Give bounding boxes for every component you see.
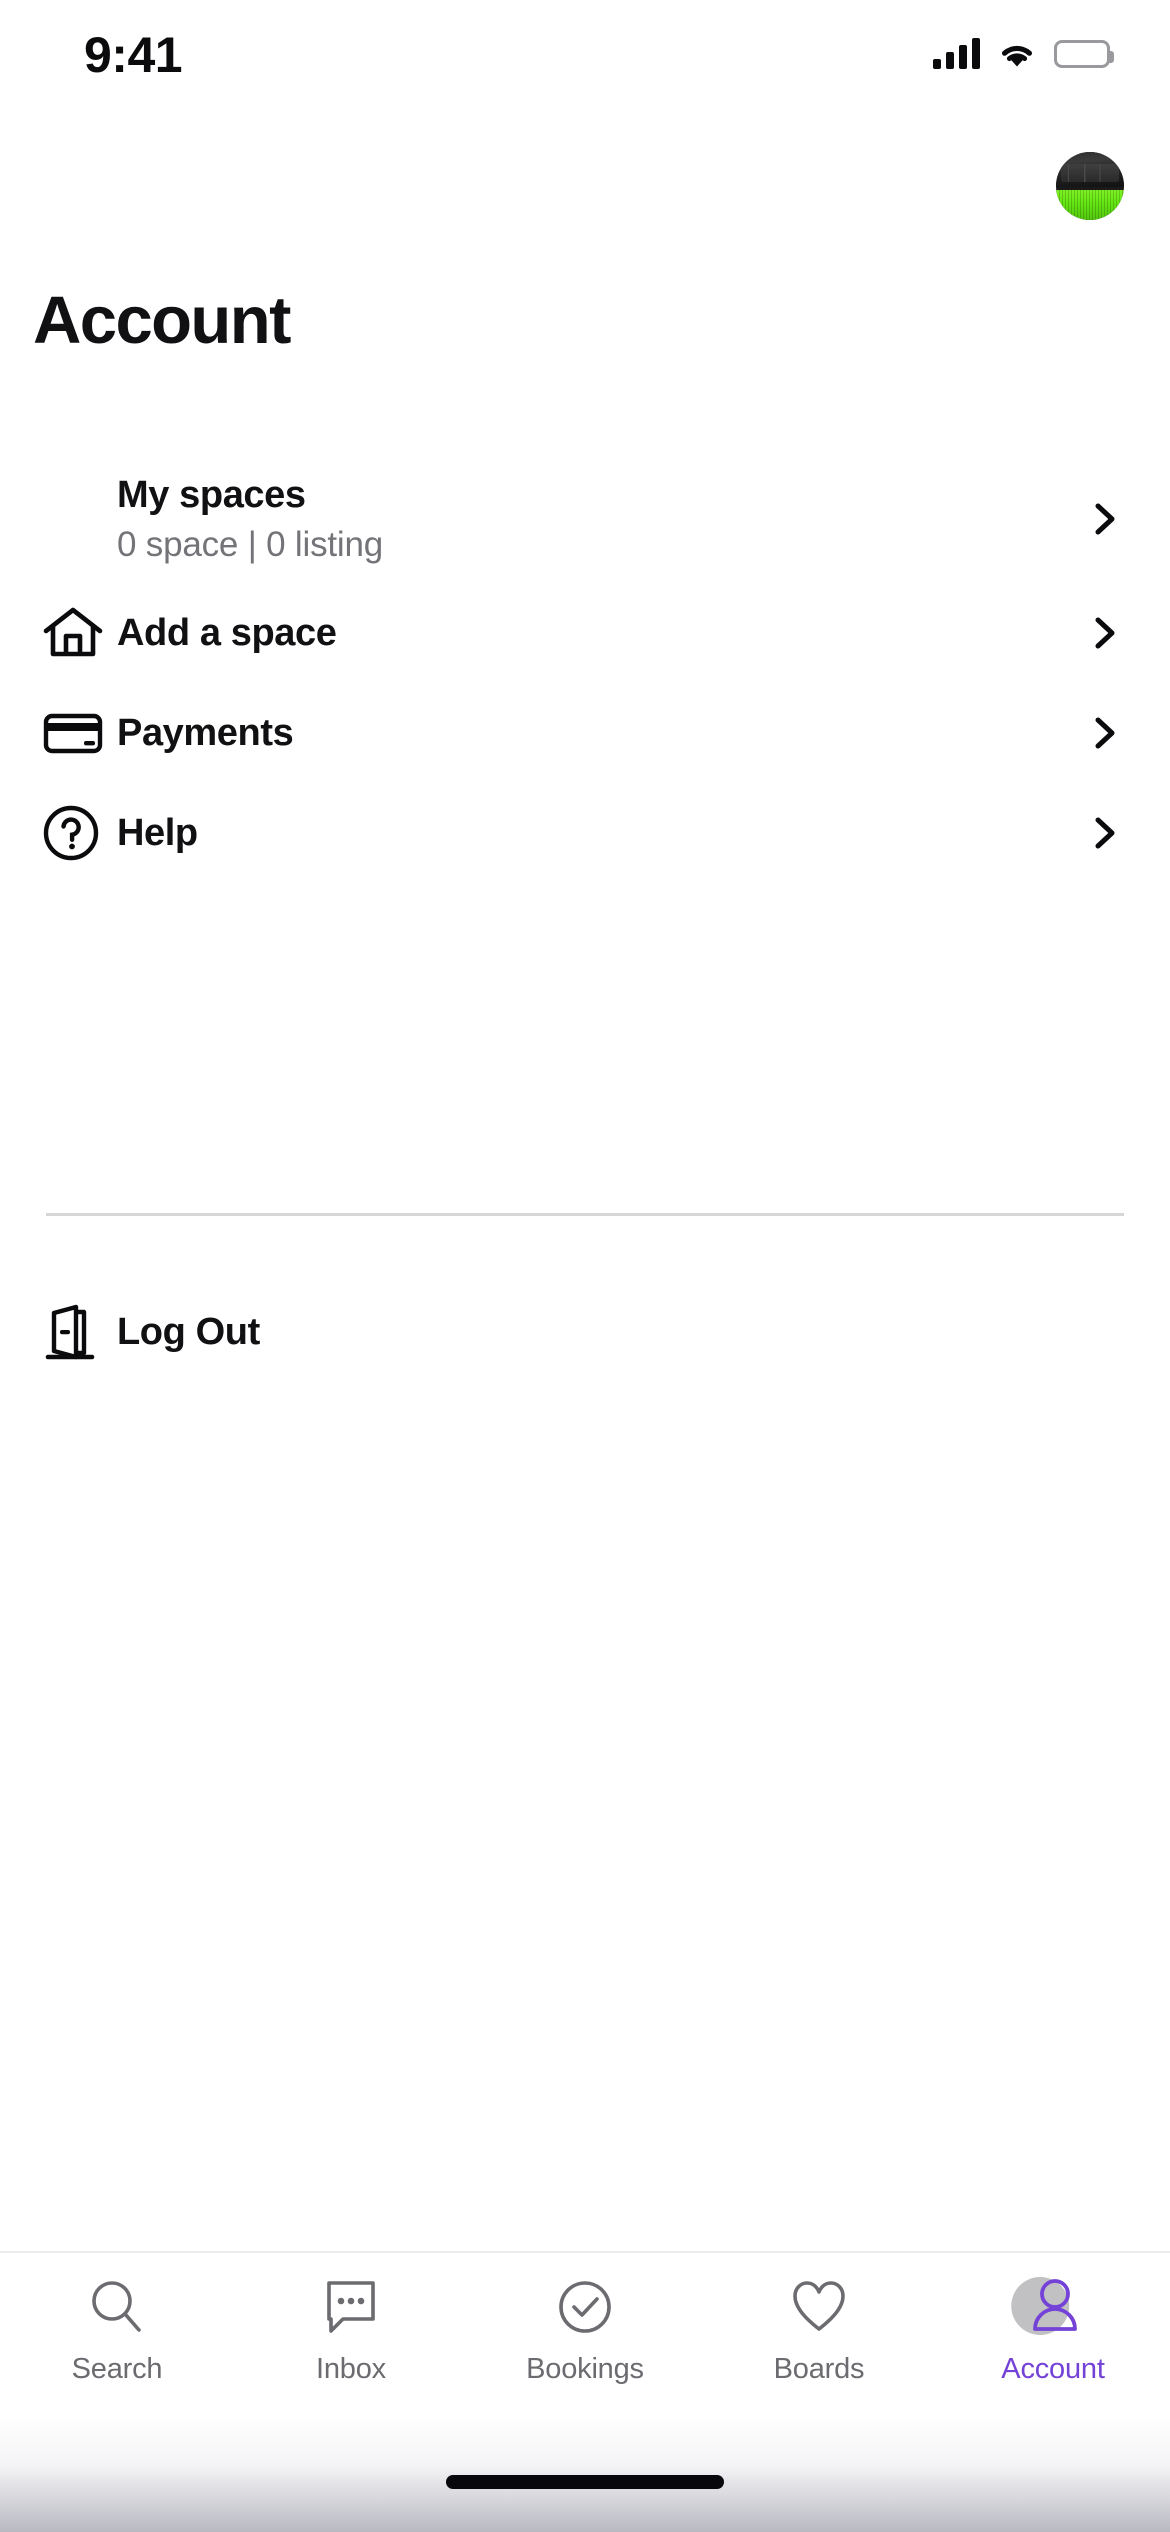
home-bar[interactable] — [446, 2475, 724, 2489]
log-out-text: Log Out — [117, 1310, 1124, 1355]
chat-bubble-icon — [319, 2275, 383, 2339]
avatar[interactable] — [1056, 152, 1124, 220]
check-circle-icon — [553, 2275, 617, 2339]
chevron-right-icon[interactable] — [1086, 500, 1124, 538]
credit-card-icon — [33, 701, 117, 765]
person-icon — [1021, 2275, 1085, 2339]
menu-item-label: Add a space — [117, 611, 337, 654]
question-circle-icon — [33, 801, 117, 865]
home-indicator-area — [0, 2417, 1170, 2532]
payments-text: Payments — [117, 711, 1086, 756]
menu-item-label: Help — [117, 811, 198, 854]
add-a-space-text: Add a space — [117, 611, 1086, 656]
menu-item-sublabel: 0 space | 0 listing — [117, 525, 383, 565]
menu-item-label: Log Out — [117, 1310, 260, 1353]
tab-inbox[interactable]: Inbox — [234, 2253, 468, 2386]
heart-icon — [787, 2275, 851, 2339]
my-spaces-text: My spaces 0 space | 0 listing — [117, 473, 1086, 564]
menu-item-my-spaces[interactable]: My spaces 0 space | 0 listing — [0, 455, 1170, 583]
tab-label: Bookings — [526, 2353, 644, 2385]
menu-item-label: My spaces — [117, 474, 306, 517]
tab-bookings[interactable]: Bookings — [468, 2253, 702, 2386]
status-bar-indicators — [933, 32, 1114, 76]
tab-account[interactable]: Account — [936, 2253, 1170, 2386]
home-icon — [33, 601, 117, 665]
account-menu-list: My spaces 0 space | 0 listing Add a spac… — [0, 455, 1170, 883]
exit-door-icon — [33, 1300, 117, 1364]
avatar-photo-grass — [1056, 190, 1124, 220]
tab-label: Inbox — [316, 2353, 386, 2385]
app-screen: 9:41 Account My spaces 0 space | 0 listi… — [0, 0, 1170, 2532]
section-divider — [46, 1213, 1124, 1216]
page-title: Account — [33, 283, 291, 358]
tab-label: Search — [71, 2353, 163, 2385]
menu-item-label: Payments — [117, 711, 294, 754]
bottom-tab-bar: Search Inbox Bookings Boards Account — [0, 2251, 1170, 2417]
signal-bars-icon — [933, 38, 980, 69]
menu-item-add-a-space[interactable]: Add a space — [0, 583, 1170, 683]
tab-boards[interactable]: Boards — [702, 2253, 936, 2386]
menu-item-log-out[interactable]: Log Out — [0, 1282, 1170, 1382]
status-bar: 9:41 — [0, 0, 1170, 120]
help-text: Help — [117, 811, 1086, 856]
logout-row-wrapper: Log Out — [0, 1282, 1170, 1382]
search-icon — [85, 2275, 149, 2339]
my-spaces-icon-slot — [33, 487, 117, 551]
menu-item-payments[interactable]: Payments — [0, 683, 1170, 783]
battery-full-icon — [1054, 40, 1114, 68]
tab-label: Boards — [773, 2353, 865, 2385]
chevron-right-icon[interactable] — [1086, 614, 1124, 652]
wifi-icon — [998, 39, 1036, 69]
chevron-right-icon[interactable] — [1086, 814, 1124, 852]
tab-label: Account — [1001, 2353, 1105, 2385]
chevron-right-icon[interactable] — [1086, 714, 1124, 752]
status-bar-time: 9:41 — [84, 27, 183, 83]
menu-item-help[interactable]: Help — [0, 783, 1170, 883]
avatar-photo-building — [1061, 164, 1119, 182]
tab-search[interactable]: Search — [0, 2253, 234, 2386]
